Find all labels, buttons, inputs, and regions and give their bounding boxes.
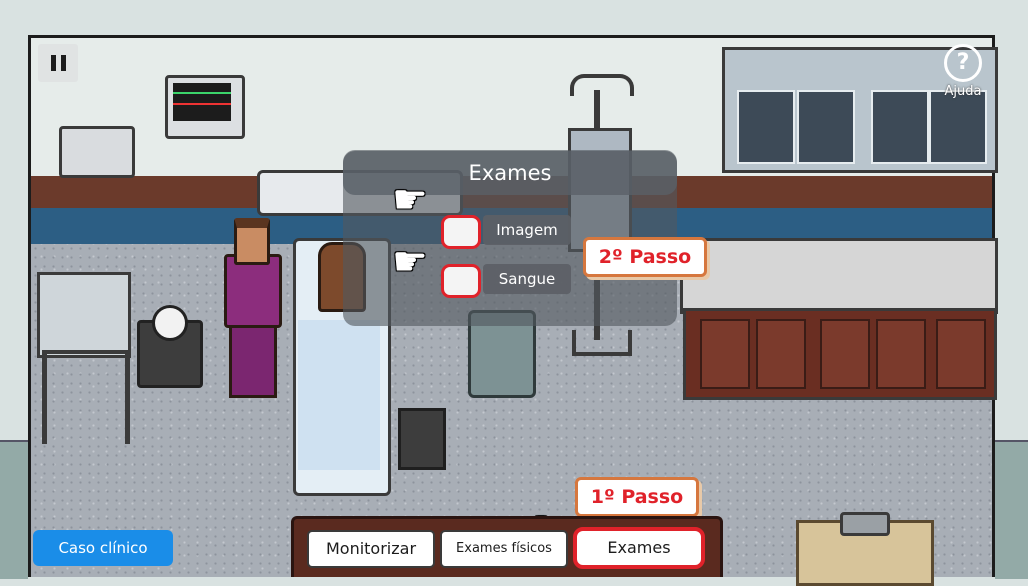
help-button[interactable]: ? Ajuda xyxy=(940,44,986,102)
clipboard-clip xyxy=(840,512,890,536)
step-2-tag: 2º Passo xyxy=(583,237,707,277)
weight-scale xyxy=(152,305,188,341)
imagem-checkbox[interactable] xyxy=(441,215,481,249)
sangue-option[interactable]: Sangue xyxy=(483,264,571,294)
sangue-checkbox[interactable] xyxy=(441,264,481,298)
pointer-hand-icon: ☛ xyxy=(392,177,428,223)
case-button[interactable]: Caso clínico xyxy=(33,530,173,566)
iv-pole-hooks xyxy=(570,74,634,96)
help-icon: ? xyxy=(944,44,982,82)
outer-wall-right xyxy=(995,440,1028,579)
outer-wall-left xyxy=(0,440,28,579)
help-label: Ajuda xyxy=(944,84,982,99)
iv-pole-base xyxy=(572,330,632,356)
examination-table-legs xyxy=(42,350,130,444)
step-1-tag: 1º Passo xyxy=(575,477,699,517)
doctor-head xyxy=(234,218,270,265)
monitorizar-button[interactable]: Monitorizar xyxy=(307,530,435,568)
heart-monitor xyxy=(165,75,245,139)
step-stool xyxy=(398,408,446,470)
pause-icon xyxy=(50,55,56,71)
doctor-legs xyxy=(229,320,277,398)
exames-fisicos-button[interactable]: Exames físicos xyxy=(440,530,568,568)
doctor-character xyxy=(224,254,282,328)
pointer-hand-icon: ☛ xyxy=(392,239,428,285)
bed-sheet xyxy=(298,320,380,470)
exames-button[interactable]: Exames xyxy=(573,527,705,569)
imagem-option[interactable]: Imagem xyxy=(483,215,571,245)
examination-table xyxy=(37,272,131,358)
lower-cabinets xyxy=(683,308,997,400)
marble-counter xyxy=(680,238,998,314)
pause-button[interactable] xyxy=(38,44,78,82)
wall-oxygen-unit xyxy=(59,126,135,178)
